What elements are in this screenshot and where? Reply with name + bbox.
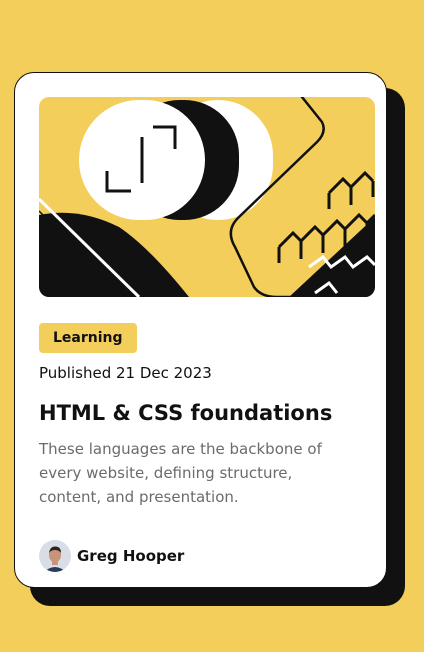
category-tag: Learning <box>39 323 137 353</box>
avatar <box>39 540 71 572</box>
card-description: These languages are the backbone of ever… <box>39 440 322 506</box>
hero-illustration <box>39 97 375 297</box>
author-name[interactable]: Greg Hooper <box>77 547 184 565</box>
published-date: Published 21 Dec 2023 <box>39 364 212 382</box>
blog-preview-card: Learning Published 21 Dec 2023 HTML & CS… <box>14 72 387 588</box>
author: Greg Hooper <box>39 540 184 572</box>
card-title[interactable]: HTML & CSS foundations <box>39 398 369 428</box>
